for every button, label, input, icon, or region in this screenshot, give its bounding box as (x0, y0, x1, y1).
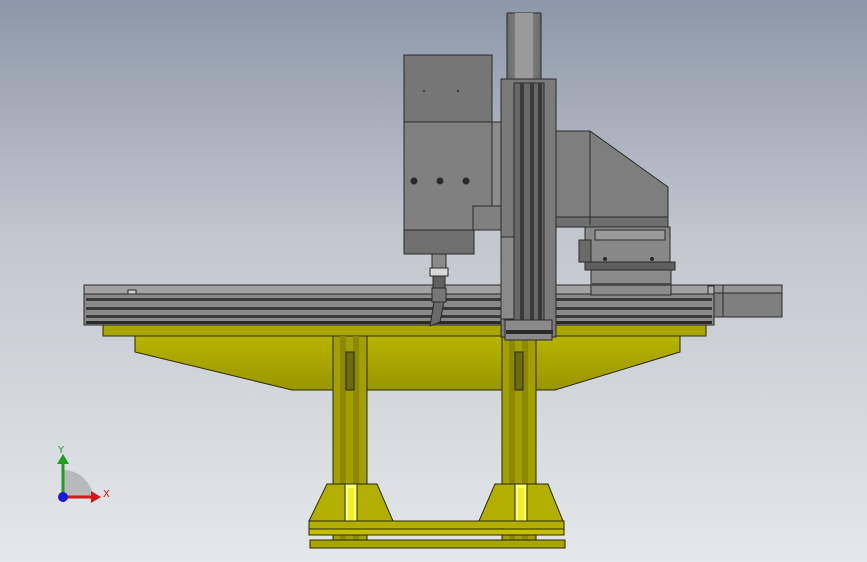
triad-plane-icon (63, 469, 93, 497)
cad-graphics-viewport[interactable]: Y X (0, 0, 867, 562)
x-axis-label: X (103, 489, 110, 500)
coordinate-triad-icon: Y X (57, 445, 110, 503)
y-axis-label: Y (57, 445, 65, 456)
z-axis-dot-icon (58, 492, 68, 502)
